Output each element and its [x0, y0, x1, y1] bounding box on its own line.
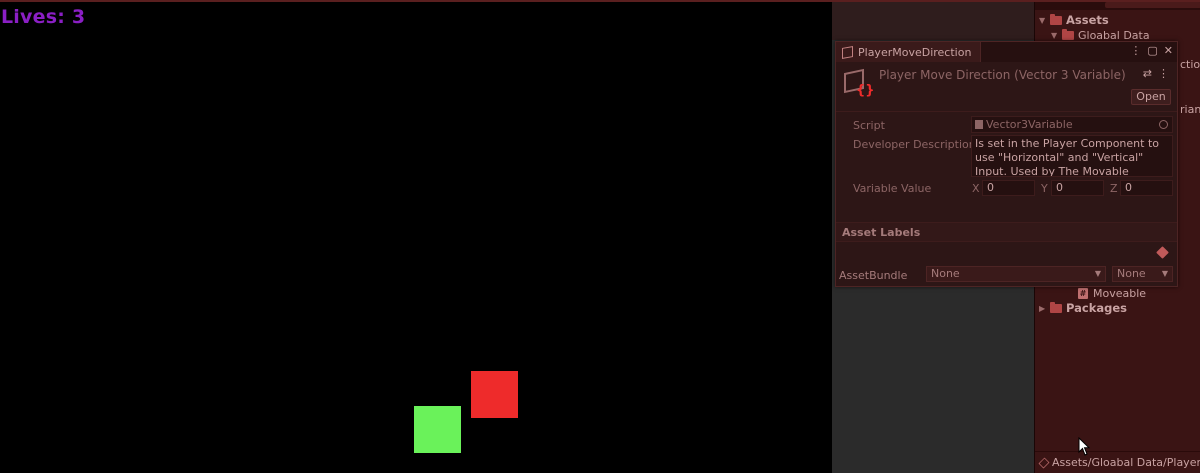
- panel-top-band: [832, 2, 1034, 40]
- open-button[interactable]: Open: [1131, 89, 1171, 105]
- menu-icon[interactable]: ⋮: [1130, 44, 1141, 57]
- tree-item-assets[interactable]: ▼ Assets: [1039, 12, 1109, 28]
- asset-icon: [1038, 457, 1050, 468]
- expand-arrow-icon[interactable]: ▼: [1051, 31, 1060, 40]
- script-label: Script: [853, 119, 885, 132]
- inspector-tab[interactable]: PlayerMoveDirection: [836, 42, 981, 62]
- lives-counter: Lives: 3: [1, 6, 86, 28]
- tree-item-label: Moveable: [1093, 286, 1147, 300]
- project-path-text: Assets/Gloabal Data/Player: [1051, 456, 1200, 469]
- expand-arrow-icon[interactable]: ▶: [1039, 304, 1048, 313]
- asset-bundle-label: AssetBundle: [839, 269, 908, 282]
- variable-value-label: Variable Value: [853, 182, 932, 195]
- y-label: Y: [1041, 182, 1048, 195]
- x-label: X: [972, 182, 980, 195]
- script-icon: #: [1078, 287, 1088, 299]
- label-tag-icon[interactable]: [1156, 246, 1169, 259]
- script-file-icon: [975, 120, 983, 129]
- asset-cube-icon: [842, 45, 853, 59]
- object-picker-icon[interactable]: [1159, 120, 1168, 129]
- y-field[interactable]: 0: [1051, 180, 1104, 196]
- maximize-icon[interactable]: ▢: [1147, 44, 1157, 57]
- tree-item-packages[interactable]: ▶ Packages: [1039, 300, 1127, 316]
- player-square: [414, 406, 461, 453]
- x-field[interactable]: 0: [982, 180, 1035, 196]
- asset-bundle-dropdown[interactable]: None ▼: [926, 266, 1106, 282]
- tree-item-label: Gloabal Data: [1078, 28, 1150, 42]
- tree-item-label: Packages: [1066, 301, 1127, 315]
- inspector-header: {} Player Move Direction (Vector 3 Varia…: [836, 62, 1177, 112]
- folder-icon: [1050, 301, 1062, 313]
- z-field[interactable]: 0: [1120, 180, 1173, 196]
- unity-editor: Lives: 3 ▼ Assets ▼ Gloabal Data ctio ri…: [0, 0, 1200, 473]
- inspector-window[interactable]: PlayerMoveDirection ⋮ ▢ ✕ {} Player Move…: [835, 41, 1178, 287]
- chevron-down-icon: ▼: [1094, 269, 1101, 278]
- folder-icon: [1062, 28, 1074, 40]
- asset-variant-value: None: [1117, 267, 1146, 280]
- script-value: Vector3Variable: [986, 118, 1073, 131]
- asset-bundle-value: None: [931, 267, 960, 280]
- expand-arrow-icon[interactable]: ▼: [1039, 16, 1048, 25]
- close-icon[interactable]: ✕: [1164, 44, 1173, 57]
- clipped-tree-text: ctio: [1180, 58, 1200, 71]
- inspector-tab-title: PlayerMoveDirection: [858, 45, 972, 59]
- header-icons: ⇄ ⋮: [1143, 67, 1169, 80]
- developer-description-label: Developer Description: [853, 138, 971, 151]
- inspector-tabbar: PlayerMoveDirection ⋮ ▢ ✕: [836, 42, 1177, 62]
- asset-variant-dropdown[interactable]: None ▼: [1112, 266, 1173, 282]
- more-icon[interactable]: ⋮: [1158, 67, 1169, 80]
- asset-labels-header[interactable]: Asset Labels: [836, 222, 1177, 242]
- project-search-field[interactable]: [1105, 2, 1200, 8]
- clipped-tree-text: riant: [1180, 103, 1200, 116]
- mouse-cursor-icon: [1078, 437, 1091, 456]
- settings-icon[interactable]: ⇄: [1143, 67, 1152, 80]
- game-view[interactable]: Lives: 3: [0, 2, 832, 473]
- script-field[interactable]: Vector3Variable: [971, 116, 1173, 133]
- scriptable-object-icon: {}: [844, 68, 875, 99]
- chevron-down-icon: ▼: [1161, 269, 1168, 278]
- project-path-bar: Assets/Gloabal Data/Player: [1035, 451, 1200, 473]
- developer-description-field[interactable]: Is set in the Player Component to use "H…: [971, 135, 1173, 177]
- window-controls: ⋮ ▢ ✕: [1130, 44, 1173, 57]
- folder-icon: [1050, 13, 1062, 25]
- tree-item-label: Assets: [1066, 13, 1109, 27]
- asset-title: Player Move Direction (Vector 3 Variable…: [879, 68, 1126, 82]
- enemy-square: [471, 371, 518, 418]
- z-label: Z: [1110, 182, 1118, 195]
- tree-item-moveable[interactable]: # Moveable: [1078, 285, 1146, 301]
